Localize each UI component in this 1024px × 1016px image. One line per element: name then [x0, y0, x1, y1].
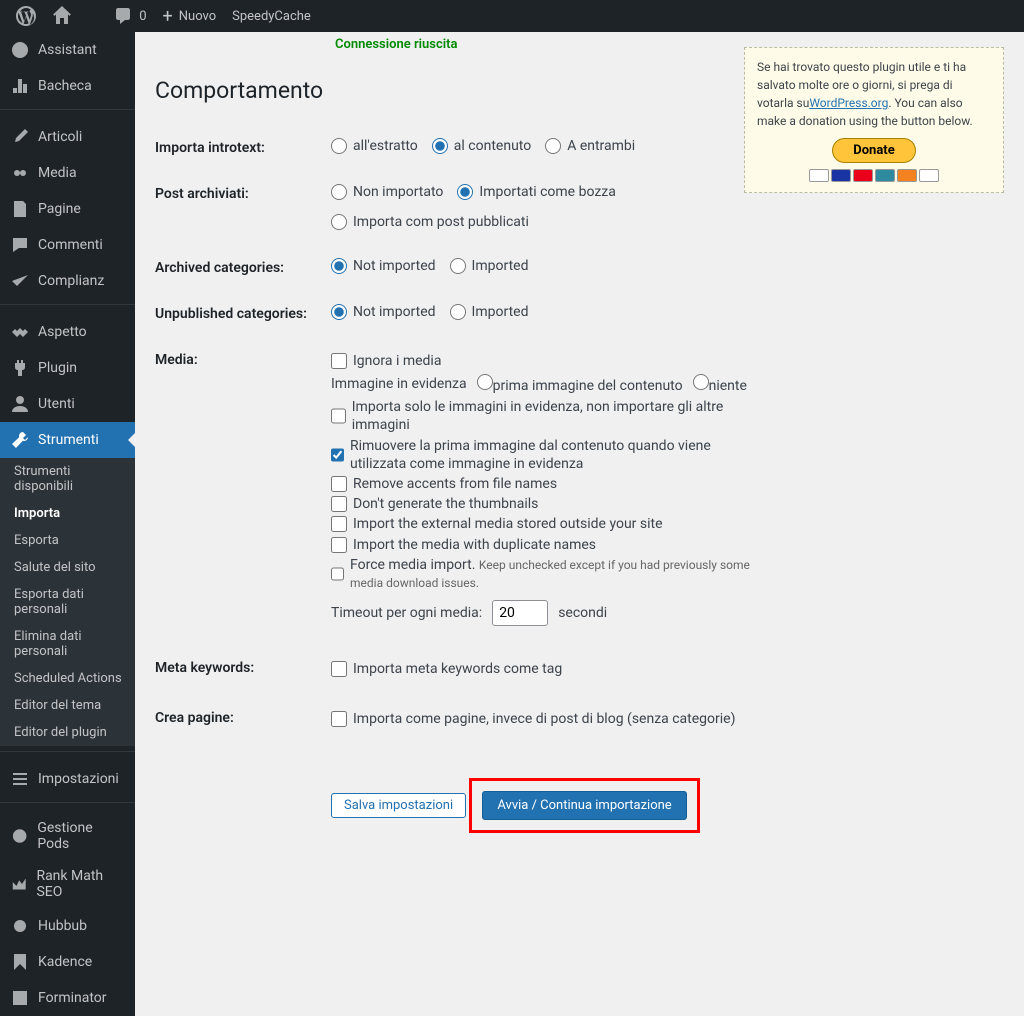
sidebar-item-posts[interactable]: Articoli	[0, 119, 135, 155]
sidebar-item-hubbub[interactable]: Hubbub	[0, 908, 135, 944]
media-thumbs-checkbox[interactable]	[331, 496, 347, 512]
sidebar-item-media[interactable]: Media	[0, 155, 135, 191]
timeout-label: Timeout per ogni media:	[331, 605, 482, 621]
sidebar-item-forminator[interactable]: Forminator	[0, 980, 135, 1016]
submenu-import[interactable]: Importa	[0, 500, 135, 527]
sidebar-item-users[interactable]: Utenti	[0, 386, 135, 422]
keywords-label: Meta keywords:	[155, 658, 331, 676]
archived-draft[interactable]: Importati come bozza	[457, 184, 615, 200]
timeout-input[interactable]	[492, 600, 548, 626]
media-force-checkbox[interactable]	[331, 566, 344, 582]
featured-none[interactable]: niente	[693, 374, 747, 394]
sidebar-item-assistant[interactable]: Assistant	[0, 32, 135, 68]
unpub-cat-label: Unpublished categories:	[155, 304, 331, 322]
highlight-box: Avvia / Continua importazione	[469, 778, 699, 833]
sidebar-item-complianz[interactable]: Complianz	[0, 263, 135, 299]
unpub-cat-no[interactable]: Not imported	[331, 304, 436, 320]
sidebar-item-rankmath[interactable]: Rank Math SEO	[0, 860, 135, 908]
new-content[interactable]: +Nuovo	[155, 0, 225, 32]
donate-text: Se hai trovato questo plugin utile e ti …	[757, 60, 973, 128]
donate-box: Se hai trovato questo plugin utile e ti …	[744, 47, 1004, 193]
home-link[interactable]	[44, 0, 80, 32]
sidebar-item-kadence[interactable]: Kadence	[0, 944, 135, 980]
archived-no[interactable]: Non importato	[331, 184, 443, 200]
media-dup-checkbox[interactable]	[331, 537, 347, 553]
sidebar-item-pods[interactable]: Gestione Pods	[0, 812, 135, 860]
site-name[interactable]	[80, 0, 105, 32]
main-content: Connessione riuscita Se hai trovato ques…	[135, 32, 1024, 1016]
introtext-label: Importa introtext:	[155, 138, 331, 156]
submenu-available-tools[interactable]: Strumenti disponibili	[0, 458, 135, 500]
introtext-content[interactable]: al contenuto	[432, 138, 531, 154]
admin-sidebar: Assistant Bacheca Articoli Media Pagine …	[0, 32, 135, 1016]
submenu-plugin-editor[interactable]: Editor del plugin	[0, 719, 135, 746]
start-import-button[interactable]: Avvia / Continua importazione	[482, 791, 686, 820]
save-button[interactable]: Salva impostazioni	[331, 793, 466, 818]
admin-bar: 0 +Nuovo SpeedyCache	[0, 0, 1024, 32]
submenu-theme-editor[interactable]: Editor del tema	[0, 692, 135, 719]
media-ignore-checkbox[interactable]	[331, 353, 347, 369]
media-remove-first-checkbox[interactable]	[331, 447, 344, 463]
new-label: Nuovo	[179, 9, 216, 24]
comments-link[interactable]: 0	[105, 0, 154, 32]
payment-cards	[757, 169, 991, 182]
archived-label: Post archiviati:	[155, 184, 331, 202]
arch-cat-no[interactable]: Not imported	[331, 258, 436, 274]
media-accents-checkbox[interactable]	[331, 476, 347, 492]
timeout-unit: secondi	[558, 605, 607, 621]
media-label: Media:	[155, 350, 331, 368]
sidebar-item-tools[interactable]: Strumenti	[0, 422, 135, 458]
introtext-both[interactable]: A entrambi	[545, 138, 635, 154]
media-only-featured-checkbox[interactable]	[331, 408, 346, 424]
arch-cat-yes[interactable]: Imported	[450, 258, 529, 274]
wp-org-link[interactable]: WordPress.org	[809, 96, 888, 110]
sidebar-item-pages[interactable]: Pagine	[0, 191, 135, 227]
submenu-export-personal[interactable]: Esporta dati personali	[0, 581, 135, 623]
submenu-export[interactable]: Esporta	[0, 527, 135, 554]
media-external-checkbox[interactable]	[331, 516, 347, 532]
submenu-scheduled[interactable]: Scheduled Actions	[0, 665, 135, 692]
arch-cat-label: Archived categories:	[155, 258, 331, 276]
comments-count: 0	[139, 9, 146, 24]
sidebar-item-appearance[interactable]: Aspetto	[0, 314, 135, 350]
pages-checkbox[interactable]	[331, 711, 347, 727]
sidebar-item-plugins[interactable]: Plugin	[0, 350, 135, 386]
submenu-sitehealth[interactable]: Salute del sito	[0, 554, 135, 581]
unpub-cat-yes[interactable]: Imported	[450, 304, 529, 320]
pages-label: Crea pagine:	[155, 708, 331, 726]
archived-pub[interactable]: Importa com post pubblicati	[331, 214, 529, 230]
sidebar-item-settings[interactable]: Impostazioni	[0, 761, 135, 797]
featured-image-label: Immagine in evidenza	[331, 376, 467, 392]
sidebar-item-dashboard[interactable]: Bacheca	[0, 68, 135, 104]
speedycache-link[interactable]: SpeedyCache	[224, 0, 319, 32]
introtext-excerpt[interactable]: all'estratto	[331, 138, 418, 154]
featured-first[interactable]: prima immagine del contenuto	[477, 374, 683, 394]
donate-button[interactable]: Donate	[832, 138, 915, 163]
submenu-erase-personal[interactable]: Elimina dati personali	[0, 623, 135, 665]
keywords-checkbox[interactable]	[331, 661, 347, 677]
wp-logo[interactable]	[8, 0, 44, 32]
sidebar-item-comments[interactable]: Commenti	[0, 227, 135, 263]
